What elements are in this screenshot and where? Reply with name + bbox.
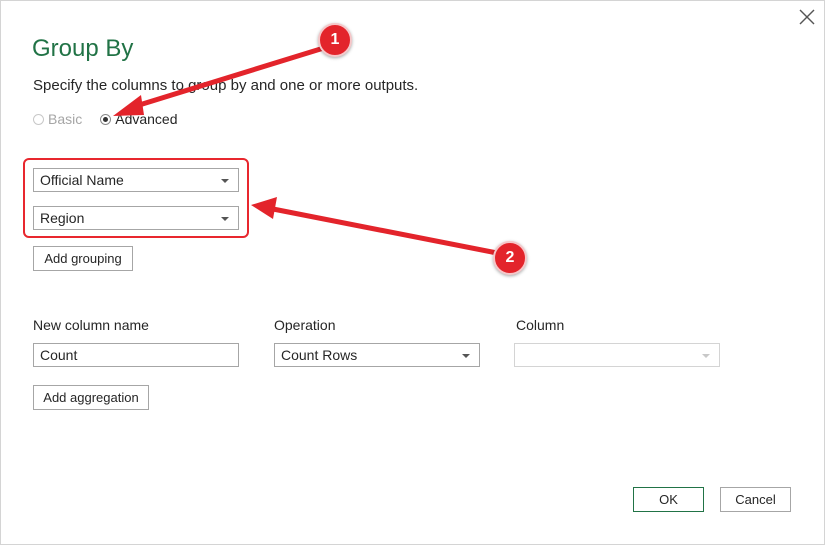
group-by-dialog: Group By Specify the columns to group by… xyxy=(0,0,825,545)
arrow-1 xyxy=(113,44,330,116)
arrow-2 xyxy=(251,197,500,256)
annotation-arrows xyxy=(113,44,500,256)
annotation-badge-1: 1 xyxy=(318,23,352,57)
annotation-badge-2: 2 xyxy=(493,241,527,275)
